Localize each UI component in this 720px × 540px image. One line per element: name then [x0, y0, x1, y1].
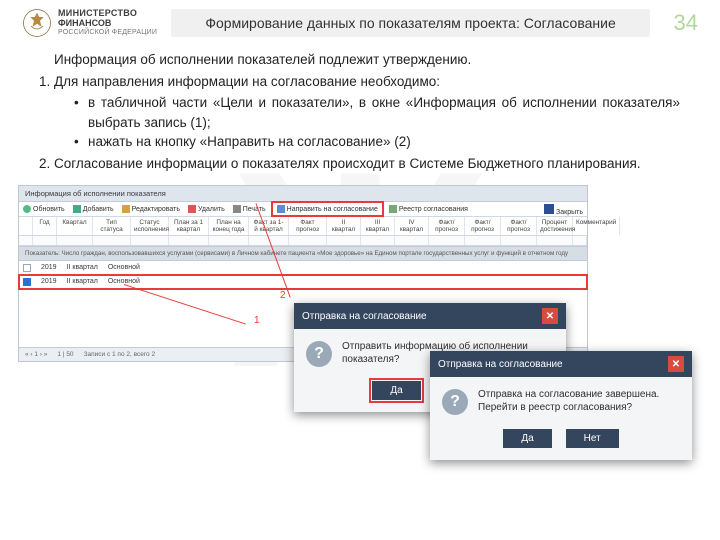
panel-title: Информация об исполнении показателя — [19, 186, 587, 202]
data-rows: 2019 II квартал Основной 2019 II квартал… — [19, 261, 587, 289]
toolbar: Обновить Добавить Редактировать Удалить … — [19, 202, 587, 217]
column-headers: Год Квартал Тип статуса Статус исполнени… — [19, 217, 587, 236]
close-icon[interactable]: ✕ — [668, 356, 684, 372]
slide-header: МИНИСТЕРСТВО ФИНАНСОВ РОССИЙСКОЙ ФЕДЕРАЦ… — [0, 0, 720, 38]
step-2: Согласование информации о показателях пр… — [54, 154, 680, 174]
delete-button[interactable]: Удалить — [188, 205, 225, 213]
bullet-2: нажать на кнопку «Направить на согласова… — [88, 132, 680, 152]
close-button[interactable]: Закрыть — [544, 204, 583, 216]
checkbox-icon[interactable] — [23, 278, 31, 286]
screenshot-area: Информация об исполнении показателя Обно… — [18, 185, 720, 447]
callout-2: 2 — [280, 290, 286, 301]
refresh-button[interactable]: Обновить — [23, 205, 65, 213]
emblem-icon — [22, 8, 52, 38]
add-button[interactable]: Добавить — [73, 205, 114, 213]
intro-line: Информация об исполнении показателей под… — [54, 50, 680, 70]
dialog-title: Отправка на согласование — [438, 359, 563, 370]
pager[interactable]: « ‹ 1 › » — [25, 351, 47, 358]
print-button[interactable]: Печать — [233, 205, 266, 213]
org-line2: ФИНАНСОВ — [58, 19, 157, 29]
bullet-1: в табличной части «Цели и показатели», в… — [88, 93, 680, 132]
org-line3: РОССИЙСКОЙ ФЕДЕРАЦИИ — [58, 29, 157, 37]
dialog-send-done: Отправка на согласование ✕ ? Отправка на… — [430, 351, 692, 460]
callout-1: 1 — [254, 315, 260, 326]
dialog-message: Отправка на согласование завершена. Пере… — [478, 389, 680, 414]
registry-button[interactable]: Реестр согласования — [389, 205, 468, 213]
filter-row — [19, 236, 587, 246]
table-row-selected[interactable]: 2019 II квартал Основной — [19, 275, 587, 289]
body-text: Информация об исполнении показателей под… — [0, 38, 720, 185]
question-icon: ? — [442, 389, 468, 415]
edit-button[interactable]: Редактировать — [122, 205, 180, 213]
question-icon: ? — [306, 341, 332, 367]
send-approval-button[interactable]: Направить на согласование — [274, 204, 381, 214]
no-button[interactable]: Нет — [566, 429, 619, 448]
checkbox-icon[interactable] — [23, 264, 31, 272]
dialog-title: Отправка на согласование — [302, 311, 427, 322]
yes-button[interactable]: Да — [503, 429, 551, 448]
step-1: Для направления информации на согласован… — [54, 72, 680, 152]
table-row[interactable]: 2019 II квартал Основной — [19, 261, 587, 275]
group-caption: Показатель: Число граждан, воспользовавш… — [19, 246, 587, 261]
slide-title: Формирование данных по показателям проек… — [171, 9, 650, 37]
page-number: 34 — [664, 10, 698, 36]
yes-button[interactable]: Да — [372, 381, 420, 400]
close-icon[interactable]: ✕ — [542, 308, 558, 324]
ministry-logo-block: МИНИСТЕРСТВО ФИНАНСОВ РОССИЙСКОЙ ФЕДЕРАЦ… — [22, 8, 157, 38]
